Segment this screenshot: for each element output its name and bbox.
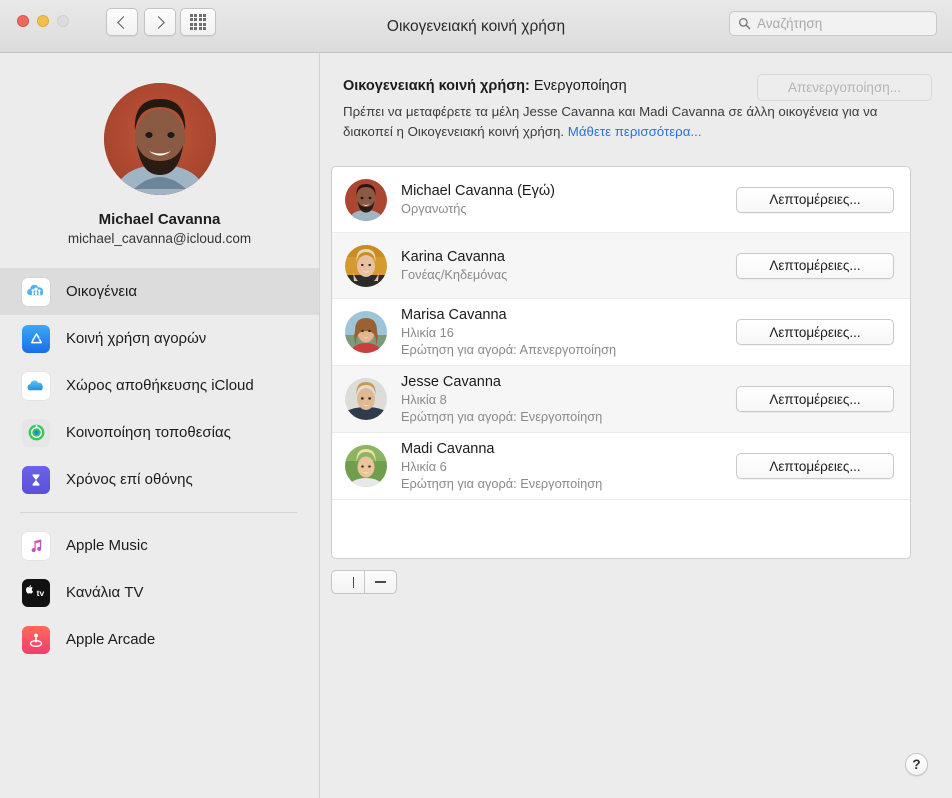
add-remove-controls [331, 570, 397, 594]
member-name: Jesse Cavanna [401, 373, 501, 390]
member-info: Karina Cavanna Γονέας/Κηδεμόνας [401, 248, 736, 283]
details-button[interactable]: Λεπτομέρειες... [736, 386, 894, 412]
sidebar-item-label: Χρόνος επί οθόνης [66, 471, 193, 488]
sidebar-item-family[interactable]: Οικογένεια [0, 268, 319, 315]
avatar-madi [345, 445, 387, 487]
apple-music-icon [22, 531, 50, 560]
sidebar-nav: Οικογένεια Κοινή χρήση αγορών Χώρος αποθ… [0, 268, 319, 663]
member-name: Marisa Cavanna [401, 306, 507, 323]
forward-button[interactable] [144, 8, 176, 36]
details-button[interactable]: Λεπτομέρειες... [736, 252, 894, 279]
main-content: Οικογενειακή κοινή χρήση: Ενεργοποίηση Α… [321, 53, 952, 798]
sidebar-item-label: Apple Music [66, 537, 148, 554]
sidebar-item-tv-channels[interactable]: tv Κανάλια TV [0, 569, 319, 616]
member-role: Οργανωτής [401, 201, 467, 217]
details-button[interactable]: Λεπτομέρειες... [736, 319, 894, 345]
back-button[interactable] [106, 8, 138, 36]
learn-more-link[interactable]: Μάθετε περισσότερα... [568, 124, 702, 139]
system-preferences-window: Οικογενειακή κοινή χρήση Αναζήτηση Micha… [0, 0, 952, 798]
member-name: Karina Cavanna [401, 248, 505, 265]
chevron-right-icon [152, 15, 165, 29]
search-field[interactable] [729, 11, 937, 36]
avatar [103, 83, 216, 195]
grid-icon [189, 13, 207, 31]
find-my-icon [22, 418, 50, 447]
sidebar-item-apple-music[interactable]: Apple Music [0, 522, 319, 569]
avatar-marisa [345, 311, 387, 353]
profile-section[interactable]: Michael Cavanna michael_cavanna@icloud.c… [0, 53, 319, 246]
member-info: Madi Cavanna Ηλικία 6 Ερώτηση για αγορά:… [401, 440, 736, 492]
member-purchase-setting: Ερώτηση για αγορά: Ενεργοποίηση [401, 476, 603, 492]
sidebar-divider [20, 512, 297, 513]
member-purchase-setting: Ερώτηση για αγορά: Ενεργοποίηση [401, 409, 603, 425]
apple-arcade-icon [22, 625, 50, 654]
turn-off-button: Απενεργοποίηση... [757, 74, 932, 101]
member-role: Ηλικία 16 [401, 325, 454, 341]
sidebar-item-apple-arcade[interactable]: Apple Arcade [0, 616, 319, 663]
status-value: Ενεργοποίηση [533, 78, 627, 94]
member-info: Michael Cavanna (Εγώ) Οργανωτής [401, 182, 736, 217]
details-button[interactable]: Λεπτομέρειες... [736, 453, 894, 479]
icloud-icon [22, 371, 50, 400]
app-store-icon [22, 324, 50, 353]
family-sharing-description: Πρέπει να μεταφέρετε τα μέλη Jesse Cavan… [343, 102, 913, 141]
navigation-buttons [106, 8, 176, 36]
remove-member-button[interactable] [364, 570, 397, 594]
svg-text:tv: tv [37, 588, 45, 598]
sidebar-item-label: Κοινοποίηση τοποθεσίας [66, 424, 231, 441]
window-controls [17, 15, 69, 27]
member-info: Jesse Cavanna Ηλικία 8 Ερώτηση για αγορά… [401, 373, 736, 425]
member-name: Michael Cavanna (Εγώ) [401, 182, 555, 199]
minus-icon [375, 581, 386, 583]
family-members-list: Michael Cavanna (Εγώ) Οργανωτής Λεπτομέρ… [331, 166, 911, 559]
zoom-button [57, 15, 69, 27]
details-button[interactable]: Λεπτομέρειες... [736, 186, 894, 213]
close-button[interactable] [17, 15, 29, 27]
apple-tv-icon: tv [22, 578, 50, 607]
title-bar: Οικογενειακή κοινή χρήση [0, 0, 952, 53]
show-all-preferences-button[interactable] [180, 8, 216, 36]
search-icon [738, 17, 751, 30]
status-label: Οικογενειακή κοινή χρήση: [343, 78, 530, 94]
sidebar-item-purchase-sharing[interactable]: Κοινή χρήση αγορών [0, 315, 319, 362]
member-name: Madi Cavanna [401, 440, 495, 457]
screen-time-icon [22, 465, 50, 494]
table-row[interactable]: Jesse Cavanna Ηλικία 8 Ερώτηση για αγορά… [332, 366, 910, 433]
avatar-karina [345, 244, 387, 287]
help-button[interactable]: ? [905, 753, 928, 776]
sidebar-item-location-sharing[interactable]: Κοινοποίηση τοποθεσίας [0, 409, 319, 456]
table-row[interactable]: Marisa Cavanna Ηλικία 16 Ερώτηση για αγο… [332, 299, 910, 366]
member-info: Marisa Cavanna Ηλικία 16 Ερώτηση για αγο… [401, 306, 736, 358]
sidebar-item-label: Χώρος αποθήκευσης iCloud [66, 377, 254, 394]
profile-name: Michael Cavanna [98, 211, 221, 228]
avatar-michael [345, 178, 387, 221]
member-role: Γονέας/Κηδεμόνας [401, 267, 508, 283]
sidebar-item-icloud-storage[interactable]: Χώρος αποθήκευσης iCloud [0, 362, 319, 409]
sidebar-item-label: Κανάλια TV [66, 584, 144, 601]
chevron-left-icon [117, 15, 130, 29]
table-row[interactable]: Michael Cavanna (Εγώ) Οργανωτής Λεπτομέρ… [332, 167, 910, 233]
sidebar-item-label: Οικογένεια [66, 283, 138, 300]
profile-email: michael_cavanna@icloud.com [67, 231, 252, 246]
sidebar-item-label: Apple Arcade [66, 631, 156, 648]
member-purchase-setting: Ερώτηση για αγορά: Απενεργοποίηση [401, 342, 617, 358]
table-row[interactable]: Madi Cavanna Ηλικία 6 Ερώτηση για αγορά:… [332, 433, 910, 500]
avatar-jesse [345, 378, 387, 420]
table-row[interactable]: Karina Cavanna Γονέας/Κηδεμόνας Λεπτομέρ… [332, 233, 910, 299]
sidebar-item-screen-time[interactable]: Χρόνος επί οθόνης [0, 456, 319, 503]
search-input[interactable] [757, 16, 928, 31]
minimize-button[interactable] [37, 15, 49, 27]
sidebar-item-label: Κοινή χρήση αγορών [66, 330, 207, 347]
member-role: Ηλικία 6 [401, 459, 447, 475]
member-role: Ηλικία 8 [401, 392, 447, 408]
sidebar: Michael Cavanna michael_cavanna@icloud.c… [0, 53, 320, 798]
add-member-button[interactable] [331, 570, 364, 594]
family-sharing-icon [22, 277, 50, 306]
